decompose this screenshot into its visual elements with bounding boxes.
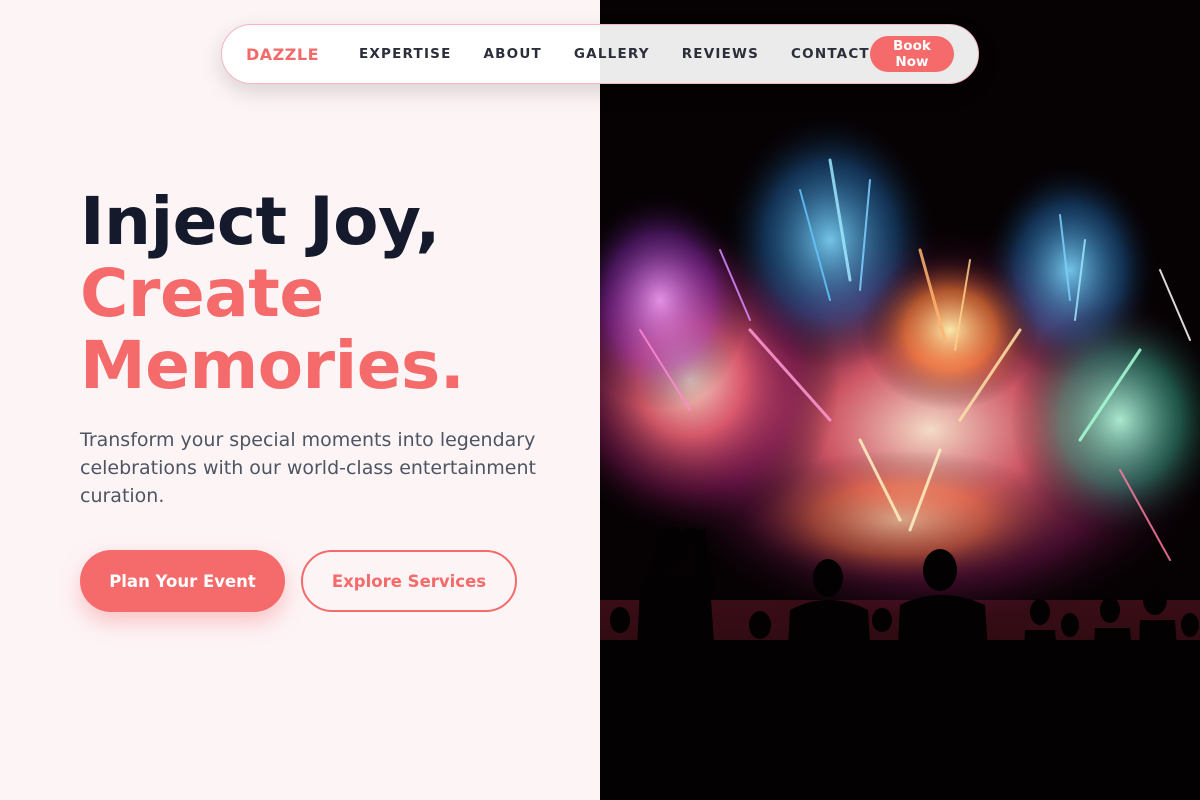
nav-link-expertise[interactable]: EXPERTISE xyxy=(359,46,452,62)
nav-link-about[interactable]: ABOUT xyxy=(484,46,542,62)
headline-line-1: Inject Joy, xyxy=(80,183,440,260)
nav-links: EXPERTISE ABOUT GALLERY REVIEWS CONTACT xyxy=(359,46,870,62)
plan-event-button[interactable]: Plan Your Event xyxy=(80,550,285,612)
nav-link-reviews[interactable]: REVIEWS xyxy=(682,46,759,62)
nav-link-contact[interactable]: CONTACT xyxy=(791,46,870,62)
headline-line-3: Memories. xyxy=(80,327,465,404)
landing-page: funnyco DAZZLE EXPERTISE ABOUT GALLERY R… xyxy=(0,0,1200,800)
top-navbar: DAZZLE EXPERTISE ABOUT GALLERY REVIEWS C… xyxy=(221,24,979,84)
hero-fireworks-image: funnyco xyxy=(600,0,1200,800)
book-now-button[interactable]: Book Now xyxy=(869,36,954,72)
hero-subtitle: Transform your special moments into lege… xyxy=(80,429,536,507)
explore-services-button[interactable]: Explore Services xyxy=(301,550,517,612)
fireworks-illustration xyxy=(600,0,1200,800)
brand-logo[interactable]: DAZZLE xyxy=(246,45,319,64)
nav-link-gallery[interactable]: GALLERY xyxy=(574,46,650,62)
hero-headline: Inject Joy, Create Memories. xyxy=(80,183,465,404)
headline-line-2: Create xyxy=(80,255,324,332)
